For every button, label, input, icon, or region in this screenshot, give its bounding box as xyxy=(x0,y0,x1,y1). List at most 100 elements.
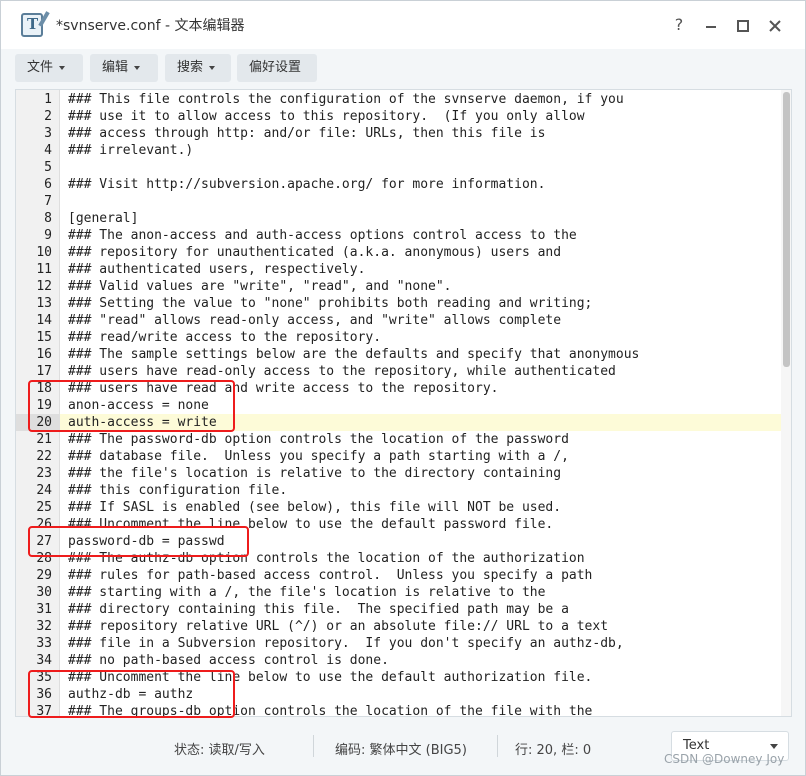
code-line[interactable]: 17 ### users have read-only access to the… xyxy=(16,363,782,380)
search-menu-label: 搜索 xyxy=(177,60,204,75)
line-number: 31 xyxy=(36,602,52,617)
line-number: 11 xyxy=(36,262,52,277)
code-line[interactable]: 16 ### The sample settings below are the … xyxy=(16,346,782,363)
minimize-icon xyxy=(706,25,716,28)
line-number: 25 xyxy=(36,500,52,515)
line-number: 10 xyxy=(36,245,52,260)
close-button[interactable] xyxy=(763,13,787,37)
line-number: 14 xyxy=(36,313,52,328)
chevron-down-icon xyxy=(770,744,778,749)
line-text[interactable]: ### rules for path-based access control.… xyxy=(68,567,592,584)
code-line[interactable]: 6 ### Visit http://subversion.apache.org/… xyxy=(16,176,782,193)
code-line[interactable]: 11 ### authenticated users, respectively. xyxy=(16,261,782,278)
scrollbar-thumb[interactable] xyxy=(783,92,790,367)
status-divider xyxy=(497,735,498,757)
chevron-down-icon xyxy=(134,65,141,70)
line-text[interactable]: ### This file controls the configuration… xyxy=(68,91,624,108)
preferences-button[interactable]: 偏好设置 xyxy=(237,54,317,82)
line-text[interactable]: ### irrelevant.) xyxy=(68,142,193,159)
title-bar[interactable]: *svnserve.conf - 文本编辑器 ? xyxy=(1,1,805,49)
line-text[interactable]: ### repository relative URL (^/) or an a… xyxy=(68,618,608,635)
chevron-down-icon xyxy=(59,65,66,70)
file-menu-button[interactable]: 文件 xyxy=(15,54,83,82)
line-number: 30 xyxy=(36,585,52,600)
line-text[interactable]: ### read/write access to the repository. xyxy=(68,329,381,346)
line-text[interactable]: ### users have read-only access to the r… xyxy=(68,363,616,380)
code-line[interactable]: 3 ### access through http: and/or file: U… xyxy=(16,125,782,142)
line-text[interactable]: ### The password-db option controls the … xyxy=(68,431,569,448)
line-number: 23 xyxy=(36,466,52,481)
code-line[interactable]: 9 ### The anon-access and auth-access opt… xyxy=(16,227,782,244)
code-line[interactable]: 8 [general] xyxy=(16,210,782,227)
file-menu-label: 文件 xyxy=(27,60,54,75)
vertical-scrollbar[interactable] xyxy=(781,90,791,716)
code-line[interactable]: 7 xyxy=(16,193,782,210)
line-number: 7 xyxy=(44,194,52,209)
line-number: 32 xyxy=(36,619,52,634)
line-number: 6 xyxy=(44,177,52,192)
code-line[interactable]: 34 ### no path-based access control is do… xyxy=(16,652,782,669)
close-icon xyxy=(769,19,781,32)
line-text[interactable]: ### the file's location is relative to t… xyxy=(68,465,561,482)
line-text[interactable]: ### Valid values are "write", "read", an… xyxy=(68,278,452,295)
line-number: 8 xyxy=(44,211,52,226)
code-line[interactable]: 5 xyxy=(16,159,782,176)
line-text[interactable]: ### use it to allow access to this repos… xyxy=(68,108,585,125)
code-line[interactable]: 32 ### repository relative URL (^/) or an… xyxy=(16,618,782,635)
code-line[interactable]: 25 ### If SASL is enabled (see below), th… xyxy=(16,499,782,516)
line-text[interactable]: ### If SASL is enabled (see below), this… xyxy=(68,499,561,516)
code-line[interactable]: 33 ### file in a Subversion repository. I… xyxy=(16,635,782,652)
line-number: 22 xyxy=(36,449,52,464)
line-text[interactable]: ### database file. Unless you specify a … xyxy=(68,448,569,465)
highlight-box-authz-db xyxy=(28,670,235,718)
line-text[interactable]: ### "read" allows read-only access, and … xyxy=(68,312,561,329)
highlight-box-password-db xyxy=(28,526,249,557)
code-line[interactable]: 24 ### this configuration file. xyxy=(16,482,782,499)
minimize-button[interactable] xyxy=(699,13,723,37)
status-divider xyxy=(313,735,314,757)
line-number: 3 xyxy=(44,126,52,141)
code-line[interactable]: 10 ### repository for unauthenticated (a.… xyxy=(16,244,782,261)
code-line[interactable]: 15 ### read/write access to the repositor… xyxy=(16,329,782,346)
line-text[interactable]: ### The sample settings below are the de… xyxy=(68,346,639,363)
line-text[interactable]: ### no path-based access control is done… xyxy=(68,652,389,669)
toolbar: 文件 编辑 搜索 偏好设置 xyxy=(1,49,805,89)
line-text[interactable]: ### directory containing this file. The … xyxy=(68,601,569,618)
help-button[interactable]: ? xyxy=(667,13,691,37)
text-editor-window: *svnserve.conf - 文本编辑器 ? 文件 编辑 搜索 偏好设置 1… xyxy=(0,0,806,776)
line-number: 34 xyxy=(36,653,52,668)
line-number: 24 xyxy=(36,483,52,498)
search-menu-button[interactable]: 搜索 xyxy=(165,54,231,82)
code-line[interactable]: 4 ### irrelevant.) xyxy=(16,142,782,159)
watermark: CSDN @Downey Joy xyxy=(664,752,785,766)
code-line[interactable]: 12 ### Valid values are "write", "read", … xyxy=(16,278,782,295)
line-number: 2 xyxy=(44,109,52,124)
syntax-mode-value: Text xyxy=(683,738,710,753)
line-text[interactable]: ### access through http: and/or file: UR… xyxy=(68,125,545,142)
line-text[interactable]: [general] xyxy=(68,210,138,227)
code-line[interactable]: 14 ### "read" allows read-only access, an… xyxy=(16,312,782,329)
code-line[interactable]: 13 ### Setting the value to "none" prohib… xyxy=(16,295,782,312)
line-text[interactable]: ### Visit http://subversion.apache.org/ … xyxy=(68,176,545,193)
edit-menu-button[interactable]: 编辑 xyxy=(90,54,158,82)
code-line[interactable]: 2 ### use it to allow access to this repo… xyxy=(16,108,782,125)
line-number: 13 xyxy=(36,296,52,311)
line-text[interactable]: ### file in a Subversion repository. If … xyxy=(68,635,624,652)
line-text[interactable]: ### authenticated users, respectively. xyxy=(68,261,365,278)
line-number: 15 xyxy=(36,330,52,345)
code-line[interactable]: 22 ### database file. Unless you specify … xyxy=(16,448,782,465)
code-line[interactable]: 30 ### starting with a /, the file's loca… xyxy=(16,584,782,601)
line-text[interactable]: ### repository for unauthenticated (a.k.… xyxy=(68,244,561,261)
line-text[interactable]: ### this configuration file. xyxy=(68,482,287,499)
line-text[interactable]: ### starting with a /, the file's locati… xyxy=(68,584,545,601)
line-text[interactable]: ### The anon-access and auth-access opti… xyxy=(68,227,577,244)
code-line[interactable]: 23 ### the file's location is relative to… xyxy=(16,465,782,482)
code-line[interactable]: 21 ### The password-db option controls th… xyxy=(16,431,782,448)
code-line[interactable]: 31 ### directory containing this file. Th… xyxy=(16,601,782,618)
code-line[interactable]: 1 ### This file controls the configuratio… xyxy=(16,91,782,108)
line-text[interactable]: ### Setting the value to "none" prohibit… xyxy=(68,295,592,312)
maximize-button[interactable] xyxy=(731,13,755,37)
line-number: 1 xyxy=(44,92,52,107)
status-encoding: 编码: 繁体中文 (BIG5) xyxy=(335,743,467,758)
code-line[interactable]: 29 ### rules for path-based access contro… xyxy=(16,567,782,584)
